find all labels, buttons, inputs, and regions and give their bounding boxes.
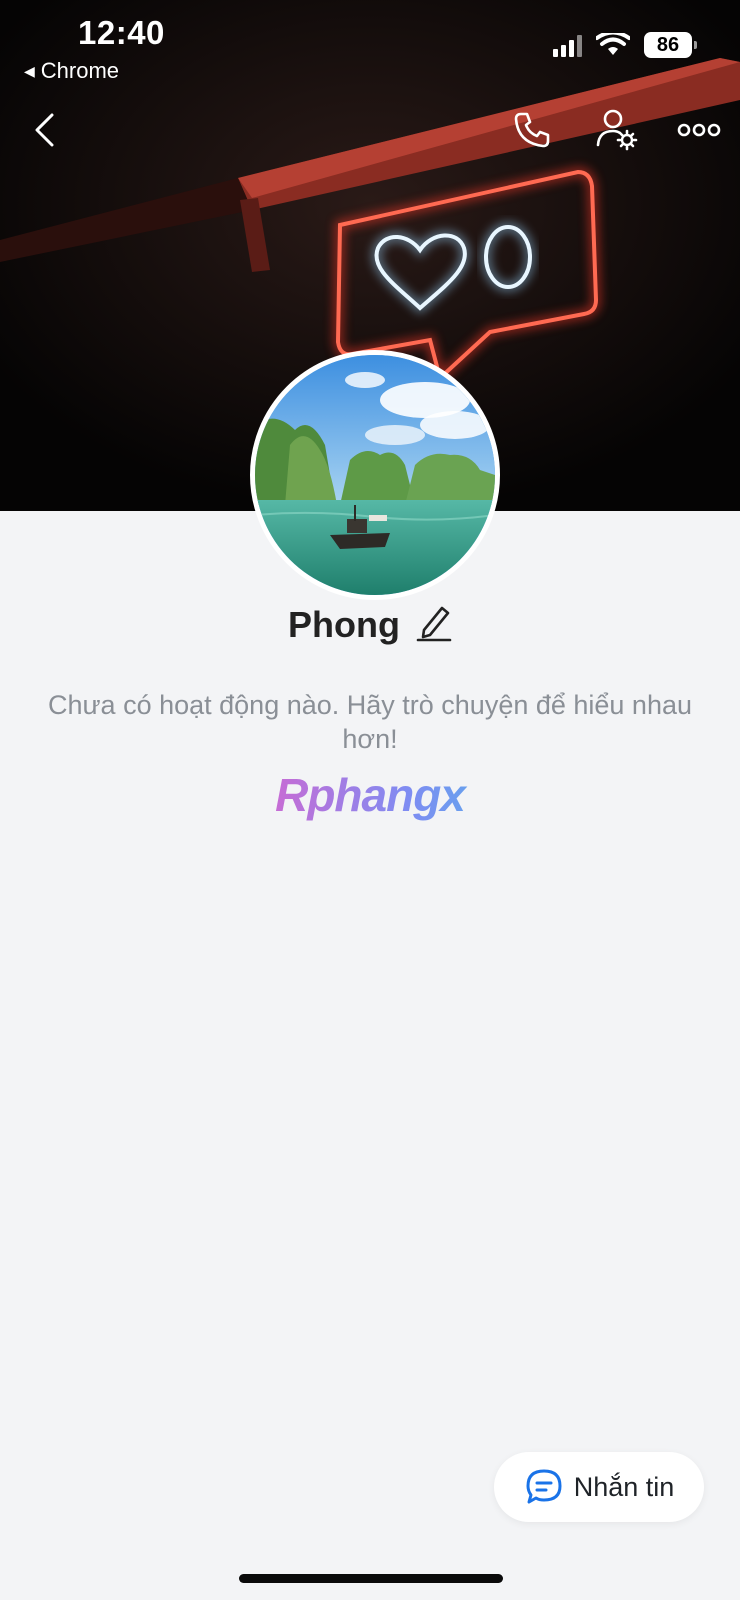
call-button[interactable] — [508, 106, 556, 154]
profile-name: Phong — [288, 603, 400, 645]
back-triangle-icon: ◀ — [24, 62, 35, 79]
more-button[interactable] — [674, 112, 724, 148]
cellular-signal-icon — [553, 33, 582, 57]
avatar[interactable] — [250, 350, 500, 600]
back-app-label: Chrome — [40, 58, 120, 83]
home-indicator — [239, 1574, 503, 1583]
watermark-logo: Rphangx — [0, 768, 740, 822]
more-horizontal-icon — [677, 123, 721, 137]
user-settings-button[interactable] — [592, 104, 642, 154]
message-button-label: Nhắn tin — [573, 1471, 675, 1502]
profile-name-row: Phong — [0, 602, 740, 647]
pencil-icon — [416, 606, 452, 642]
back-to-app-link[interactable]: ◀ Chrome — [24, 58, 119, 84]
message-button[interactable]: Nhắn tin — [494, 1452, 704, 1522]
back-button[interactable] — [22, 108, 66, 152]
status-time: 12:40 — [78, 14, 165, 51]
edit-name-button[interactable] — [416, 602, 452, 647]
chevron-left-icon — [35, 113, 54, 147]
status-indicators: 86 — [553, 32, 697, 58]
phone-icon — [514, 112, 550, 148]
battery-indicator: 86 — [644, 32, 697, 58]
chat-bubble-icon — [526, 1469, 562, 1504]
empty-activity-message: Chưa có hoạt động nào. Hãy trò chuyện để… — [47, 690, 693, 754]
user-settings-icon — [596, 109, 638, 151]
wifi-icon — [596, 33, 630, 55]
avatar-image — [255, 355, 495, 595]
